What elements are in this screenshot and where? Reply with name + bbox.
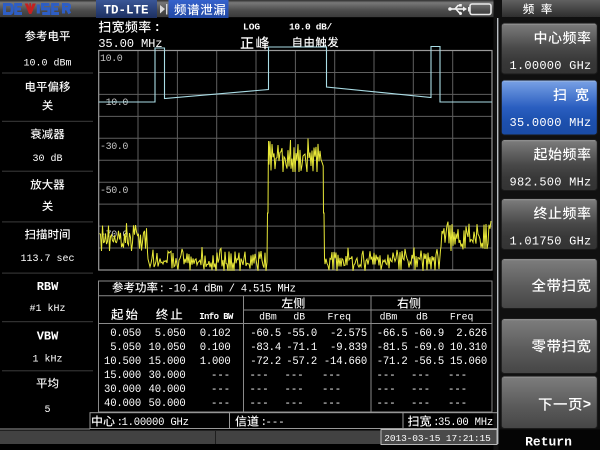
svg-text:---: --- [411, 398, 430, 410]
svg-text:-56.5: -56.5 [413, 356, 444, 368]
svg-text:---: --- [211, 398, 230, 410]
svg-text:---: --- [322, 398, 341, 410]
svg-text:5.050: 5.050 [155, 328, 186, 340]
svg-text:1.00000 GHz: 1.00000 GHz [510, 59, 592, 73]
svg-text::: : [154, 21, 162, 35]
svg-text:0.102: 0.102 [200, 328, 231, 340]
svg-text:10.500: 10.500 [104, 356, 141, 368]
svg-text:35.00 MHz: 35.00 MHz [98, 37, 162, 51]
svg-text:15.000: 15.000 [104, 370, 141, 382]
svg-text:Info BW: Info BW [199, 312, 234, 322]
svg-text:-50.0: -50.0 [100, 186, 128, 197]
svg-text:15.000: 15.000 [149, 356, 186, 368]
svg-text:-30.0: -30.0 [100, 142, 128, 153]
svg-text:dB: dB [293, 312, 305, 323]
svg-text:-55.0: -55.0 [286, 328, 317, 340]
svg-text:-83.4: -83.4 [250, 342, 281, 354]
svg-text:-57.2: -57.2 [286, 356, 317, 368]
svg-text:---: --- [322, 370, 341, 382]
svg-text:>: > [583, 397, 591, 413]
svg-text:Freq: Freq [450, 312, 474, 323]
svg-text:---: --- [250, 384, 269, 396]
svg-text:-10.4 dBm / 4.515 MHz: -10.4 dBm / 4.515 MHz [168, 283, 296, 295]
svg-text:30 dB: 30 dB [32, 153, 62, 165]
svg-text:---: --- [285, 384, 304, 396]
svg-text:-71.1: -71.1 [286, 342, 317, 354]
svg-text:---: --- [211, 384, 230, 396]
svg-text:113.7 sec: 113.7 sec [20, 254, 74, 265]
svg-text:40.000: 40.000 [149, 384, 186, 396]
svg-text:---: --- [211, 370, 230, 382]
svg-text:-60.9: -60.9 [413, 328, 444, 340]
svg-text:10.0 dBm: 10.0 dBm [23, 58, 71, 70]
svg-text:-72.2: -72.2 [250, 356, 281, 368]
svg-text:LOG: LOG [243, 22, 260, 33]
svg-text:---: --- [377, 398, 396, 410]
svg-text:1.000: 1.000 [200, 356, 231, 368]
svg-text:Freq: Freq [328, 312, 352, 323]
svg-text:2013-03-15 17:21:15: 2013-03-15 17:21:15 [384, 433, 491, 444]
svg-text:dBm: dBm [259, 312, 277, 323]
svg-text:VBW: VBW [37, 329, 59, 343]
svg-text:1.01750 GHz: 1.01750 GHz [510, 234, 592, 248]
svg-text:5: 5 [44, 405, 50, 416]
svg-text:40.000: 40.000 [104, 398, 141, 410]
svg-text:---: --- [266, 417, 285, 429]
svg-text:---: --- [411, 384, 430, 396]
svg-text:10.0 dB/: 10.0 dB/ [289, 22, 332, 33]
svg-text:982.500 MHz: 982.500 MHz [510, 175, 592, 189]
svg-text:35.0000 MHz: 35.0000 MHz [510, 116, 592, 130]
svg-text:TD-LTE: TD-LTE [103, 4, 148, 18]
svg-text:Return: Return [525, 435, 572, 450]
svg-text:1.00000 GHz: 1.00000 GHz [122, 417, 189, 429]
svg-text:---: --- [448, 384, 467, 396]
svg-text:35.00 MHz: 35.00 MHz [438, 417, 493, 429]
svg-text:---: --- [377, 370, 396, 382]
svg-text:---: --- [411, 370, 430, 382]
svg-text:dB: dB [416, 312, 428, 323]
svg-text:10.310: 10.310 [450, 342, 487, 354]
svg-text:-71.2: -71.2 [377, 356, 408, 368]
svg-text:---: --- [322, 384, 341, 396]
svg-text:-2.575: -2.575 [330, 328, 367, 340]
svg-text:0.050: 0.050 [110, 328, 141, 340]
svg-text:50.000: 50.000 [149, 398, 186, 410]
svg-text:RBW: RBW [37, 280, 59, 294]
svg-text:-9.839: -9.839 [330, 342, 367, 354]
svg-text:---: --- [250, 398, 269, 410]
svg-text:---: --- [448, 398, 467, 410]
svg-text:-14.660: -14.660 [324, 356, 367, 368]
svg-text:-66.5: -66.5 [377, 328, 408, 340]
svg-text:30.000: 30.000 [104, 384, 141, 396]
svg-text:-10.0: -10.0 [100, 98, 128, 109]
svg-text:dBm: dBm [380, 312, 398, 323]
svg-text:0.100: 0.100 [200, 342, 231, 354]
svg-text:5.050: 5.050 [110, 342, 141, 354]
svg-text:---: --- [377, 384, 396, 396]
svg-text:---: --- [285, 370, 304, 382]
svg-text:10.050: 10.050 [149, 342, 186, 354]
svg-text:1 kHz: 1 kHz [32, 354, 62, 366]
svg-text:10.0: 10.0 [100, 54, 123, 65]
svg-text::: : [159, 283, 166, 295]
svg-text:#1 kHz: #1 kHz [29, 303, 65, 315]
svg-text:---: --- [250, 370, 269, 382]
svg-text:---: --- [285, 398, 304, 410]
svg-text:---: --- [448, 370, 467, 382]
svg-text:15.060: 15.060 [450, 356, 487, 368]
svg-text:-69.0: -69.0 [413, 342, 444, 354]
svg-text:-60.5: -60.5 [250, 328, 281, 340]
svg-text:-81.5: -81.5 [377, 342, 408, 354]
svg-text:30.000: 30.000 [149, 370, 186, 382]
svg-text:2.626: 2.626 [456, 328, 487, 340]
